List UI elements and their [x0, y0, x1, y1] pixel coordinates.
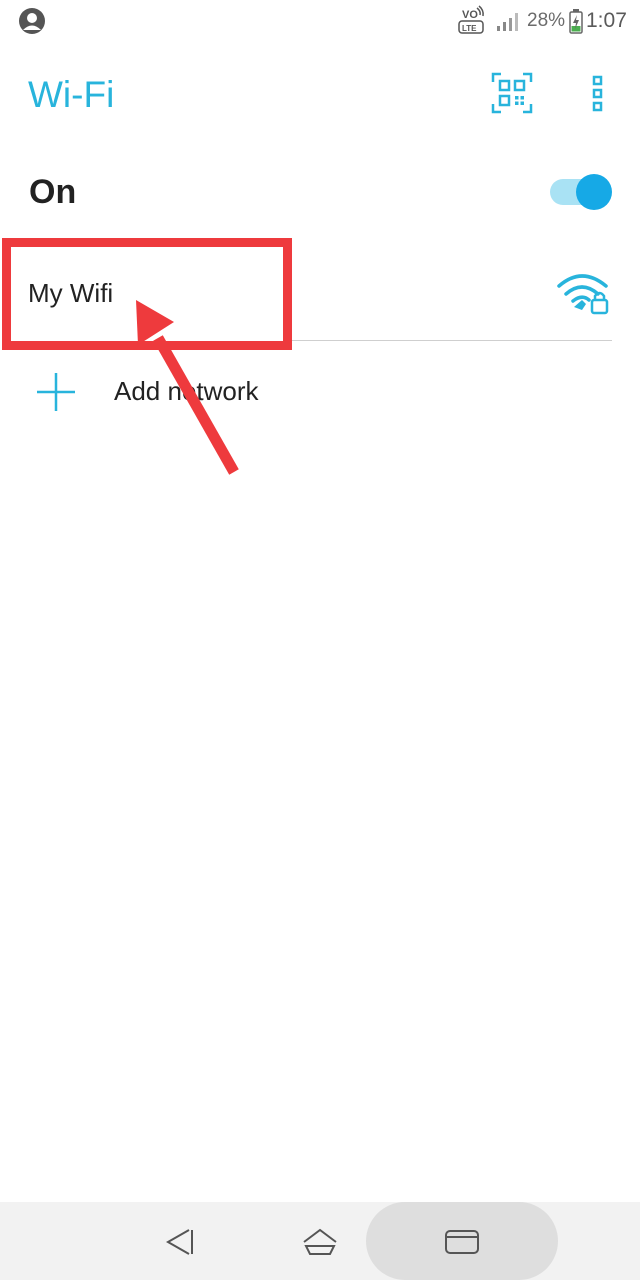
svg-text:VO: VO — [462, 9, 478, 21]
qr-code-icon[interactable] — [491, 72, 533, 114]
back-icon[interactable] — [160, 1222, 200, 1262]
svg-text:LTE: LTE — [462, 24, 477, 33]
battery-charging-icon — [569, 9, 583, 34]
annotation-highlight-box — [2, 238, 292, 350]
recent-apps-icon[interactable] — [442, 1222, 482, 1262]
add-network-button[interactable]: Add network — [0, 352, 640, 432]
more-vert-icon[interactable] — [586, 72, 610, 114]
clock: 1:07 — [586, 9, 627, 32]
add-network-label: Add network — [114, 376, 259, 406]
home-icon[interactable] — [300, 1222, 340, 1262]
wifi-state-label: On — [29, 173, 77, 211]
avatar-icon — [19, 8, 45, 34]
volte-icon: VO LTE — [458, 5, 484, 34]
signal-icon — [497, 13, 518, 31]
page-title: Wi-Fi — [28, 74, 115, 115]
wifi-toggle[interactable] — [548, 172, 614, 212]
battery-percent: 28% — [527, 10, 566, 31]
wifi-lock-icon — [557, 274, 609, 315]
status-bar: VO LTE 28% 1:07 — [0, 0, 640, 44]
toggle-thumb — [576, 174, 612, 210]
plus-icon — [37, 373, 75, 411]
navigation-bar — [0, 1202, 640, 1280]
divider — [290, 340, 612, 341]
